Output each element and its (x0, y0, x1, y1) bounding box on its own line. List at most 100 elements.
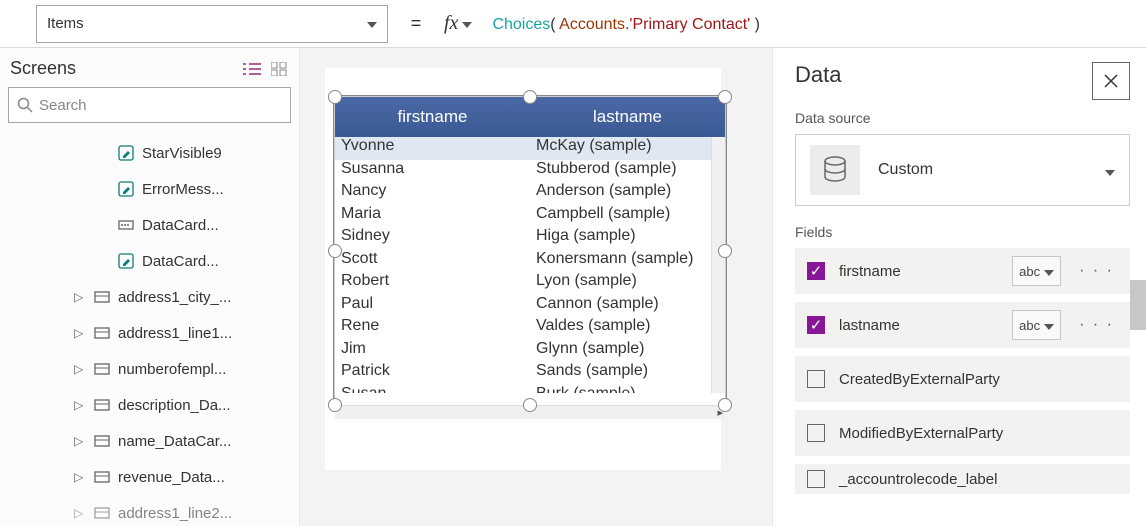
resize-handle[interactable] (523, 90, 537, 104)
tree-item[interactable]: ▷numberofempl... (0, 351, 299, 387)
table-row[interactable]: ScottKonersmann (sample) (335, 250, 725, 273)
table-row[interactable]: MariaCampbell (sample) (335, 205, 725, 228)
chevron-down-icon (1044, 318, 1054, 333)
table-row[interactable]: PaulCannon (sample) (335, 295, 725, 318)
more-button[interactable]: · · · (1075, 316, 1118, 334)
tree-view: StarVisible9 ErrorMess... DataCard... Da… (0, 133, 299, 526)
resize-handle[interactable] (718, 398, 732, 412)
search-placeholder: Search (39, 97, 87, 114)
tree-item[interactable]: DataCard... (0, 243, 299, 279)
table-row[interactable]: SidneyHiga (sample) (335, 227, 725, 250)
tree-item[interactable]: ▷name_DataCar... (0, 423, 299, 459)
tree-item[interactable]: ErrorMess... (0, 171, 299, 207)
card-icon (94, 325, 110, 341)
checkbox-checked[interactable]: ✓ (807, 316, 825, 334)
table-row[interactable]: SusannaStubberod (sample) (335, 160, 725, 183)
column-header[interactable]: firstname (335, 97, 530, 137)
tree-item[interactable]: ▷address1_city_... (0, 279, 299, 315)
edit-icon (118, 145, 134, 161)
chevron-right-icon[interactable]: ▷ (74, 362, 86, 376)
search-icon (17, 97, 33, 113)
chevron-right-icon[interactable]: ▷ (74, 398, 86, 412)
card-icon (94, 433, 110, 449)
fx-button[interactable]: fx (434, 12, 482, 35)
chevron-right-icon[interactable]: ▷ (74, 506, 86, 520)
grid-view-icon[interactable] (271, 62, 287, 76)
screens-panel: Screens Search StarVisible9 ErrorMess...… (0, 48, 300, 526)
tree-item[interactable]: ▷description_Da... (0, 387, 299, 423)
field-row[interactable]: ModifiedByExternalParty (795, 410, 1130, 456)
resize-handle[interactable] (523, 398, 537, 412)
table-row[interactable]: JimGlynn (sample) (335, 340, 725, 363)
data-panel-title: Data (795, 62, 841, 88)
table-row[interactable]: ReneValdes (sample) (335, 317, 725, 340)
chevron-down-icon (1044, 264, 1054, 279)
field-name: ModifiedByExternalParty (839, 425, 1118, 442)
chevron-down-icon (367, 15, 377, 32)
tree-item[interactable]: ▷address1_line2... (0, 495, 299, 526)
field-row[interactable]: _accountrolecode_label (795, 464, 1130, 494)
resize-handle[interactable] (718, 90, 732, 104)
table-row[interactable]: YvonneMcKay (sample) (335, 137, 725, 160)
close-icon (1103, 73, 1119, 89)
tree-item[interactable]: StarVisible9 (0, 135, 299, 171)
table-row[interactable]: RobertLyon (sample) (335, 272, 725, 295)
tree-item[interactable]: DataCard... (0, 207, 299, 243)
field-name: firstname (839, 263, 998, 280)
field-type-selector[interactable]: abc (1012, 256, 1061, 286)
tree-item[interactable]: ▷address1_line1... (0, 315, 299, 351)
input-icon (118, 217, 134, 233)
edit-icon (118, 181, 134, 197)
field-name: lastname (839, 317, 998, 334)
formula-token-id: Accounts (559, 16, 625, 33)
data-table-control[interactable]: firstname lastname YvonneMcKay (sample) … (334, 96, 726, 406)
property-selector-value: Items (47, 15, 84, 32)
data-source-label: Data source (795, 110, 1130, 126)
formula-input[interactable]: Choices( Accounts.'Primary Contact' ) (482, 14, 1146, 34)
chevron-down-icon (462, 15, 472, 33)
table-row[interactable]: PatrickSands (sample) (335, 362, 725, 385)
table-row[interactable]: NancyAnderson (sample) (335, 182, 725, 205)
checkbox-unchecked[interactable] (807, 370, 825, 388)
more-button[interactable]: · · · (1075, 262, 1118, 280)
field-row[interactable]: CreatedByExternalParty (795, 356, 1130, 402)
formula-token-fn: Choices (492, 16, 550, 33)
field-name: _accountrolecode_label (839, 471, 1118, 488)
resize-handle[interactable] (328, 244, 342, 258)
formula-bar: Items = fx Choices( Accounts.'Primary Co… (0, 0, 1146, 48)
vertical-scrollbar[interactable] (711, 137, 725, 393)
checkbox-checked[interactable]: ✓ (807, 262, 825, 280)
search-input[interactable]: Search (8, 87, 291, 123)
card-icon (94, 397, 110, 413)
database-icon (810, 145, 860, 195)
field-row[interactable]: ✓ firstname abc · · · (795, 248, 1130, 294)
tree-item[interactable]: ▷revenue_Data... (0, 459, 299, 495)
field-name: CreatedByExternalParty (839, 371, 1118, 388)
chevron-right-icon[interactable]: ▷ (74, 434, 86, 448)
field-row[interactable]: ✓ lastname abc · · · (795, 302, 1130, 348)
canvas[interactable]: firstname lastname YvonneMcKay (sample) … (300, 48, 772, 526)
vertical-scrollbar[interactable] (1130, 270, 1146, 502)
checkbox-unchecked[interactable] (807, 424, 825, 442)
resize-handle[interactable] (328, 398, 342, 412)
resize-handle[interactable] (718, 244, 732, 258)
edit-icon (118, 253, 134, 269)
data-source-name: Custom (878, 161, 1087, 179)
column-header[interactable]: lastname (530, 97, 725, 137)
chevron-right-icon[interactable]: ▷ (74, 470, 86, 484)
card-icon (94, 289, 110, 305)
data-source-selector[interactable]: Custom (795, 134, 1130, 206)
checkbox-unchecked[interactable] (807, 470, 825, 488)
close-button[interactable] (1092, 62, 1130, 100)
formula-token-string: 'Primary Contact' (629, 16, 750, 33)
chevron-right-icon[interactable]: ▷ (74, 326, 86, 340)
chevron-right-icon[interactable]: ▷ (74, 290, 86, 304)
field-type-selector[interactable]: abc (1012, 310, 1061, 340)
fx-icon: fx (444, 12, 458, 35)
data-panel: Data Data source Custom Fields ✓ firstna… (772, 48, 1146, 526)
property-selector[interactable]: Items (36, 5, 388, 43)
resize-handle[interactable] (328, 90, 342, 104)
list-view-icon[interactable] (243, 62, 261, 76)
table-row[interactable]: SusanBurk (sample) (335, 385, 725, 394)
scrollbar-thumb[interactable] (1130, 280, 1146, 330)
